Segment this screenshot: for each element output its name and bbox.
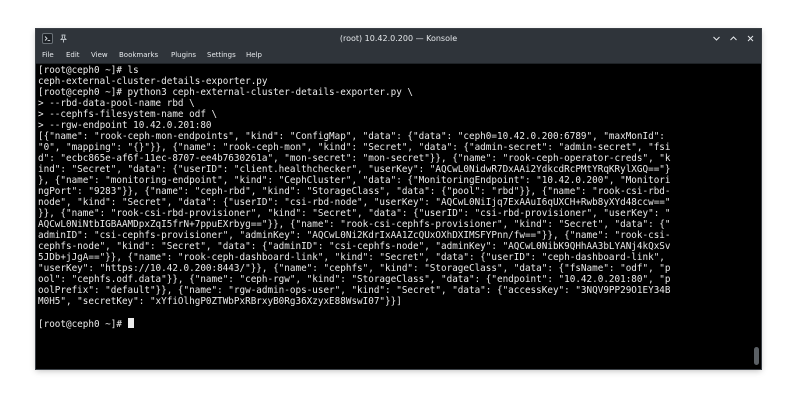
menu-view[interactable]: View	[91, 51, 108, 60]
terminal-line: 5JDb+jJgA=="}}, {"name": "rook-ceph-dash…	[38, 252, 665, 263]
terminal-line: AQCwL0NiNtbIGBAAMDpxZqI5frN+7ppuEXrbyg==…	[38, 219, 671, 230]
close-icon	[747, 35, 754, 42]
terminal-line: [{"name": "rook-ceph-mon-endpoints", "ki…	[38, 131, 665, 142]
terminal-prompt: [root@ceph0 ~]#	[38, 319, 128, 329]
terminal-line: ind": "Secret", "data": {"userID": "clie…	[38, 164, 671, 175]
terminal-line: "0", "mapping": "{}"}}, {"name": "rook-c…	[38, 142, 671, 153]
terminal-line: d": "ecbc865e-af6f-11ec-8707-ee4b7630261…	[38, 153, 671, 164]
terminal-line: }}, {"name": "rook-csi-rbd-provisioner",…	[38, 208, 671, 219]
terminal-line: "userKey": "https://10.42.0.200:8443/"}}…	[38, 263, 671, 274]
menu-help[interactable]: Help	[246, 51, 262, 60]
menu-plugins[interactable]: Plugins	[171, 51, 196, 60]
terminal-line: M0H5", "secretKey": "xYfiOlhgP0ZTWbPxRBr…	[38, 296, 402, 307]
terminal-line: ceph-external-cluster-details-exporter.p…	[38, 76, 268, 87]
terminal-line: [root@ceph0 ~]# ls	[38, 65, 139, 76]
terminal-line: oolPrefix": "default"}}, {"name": "rgw-a…	[38, 285, 671, 296]
terminal-output[interactable]: [root@ceph0 ~]# ls ceph-external-cluster…	[38, 65, 752, 367]
scrollbar-thumb[interactable]	[754, 347, 759, 365]
terminal-line: node", "kind": "Secret", "data": {"userI…	[38, 197, 671, 208]
title-bar[interactable]: (root) 10.42.0.200 — Konsole	[36, 29, 761, 48]
chevron-down-icon	[713, 36, 720, 41]
menu-bar: File Edit View Bookmarks Plugins Setting…	[36, 48, 761, 64]
terminal-line: adminID": "csi-cephfs-provisioner", "adm…	[38, 230, 671, 241]
desktop: (root) 10.42.0.200 — Konsole File Edit V…	[0, 0, 799, 412]
terminal-line: ool": "cephfs.odf.data"}}, {"name": "cep…	[38, 274, 671, 285]
terminal-line: > --rbd-data-pool-name rbd \	[38, 98, 195, 109]
terminal-line: [root@ceph0 ~]# python3 ceph-external-cl…	[38, 87, 414, 98]
menu-bookmarks[interactable]: Bookmarks	[119, 51, 158, 60]
terminal-line: > --rgw-endpoint 10.42.0.201:80	[38, 120, 212, 131]
terminal-line: }, {"name": "monitoring-endpoint", "kind…	[38, 175, 671, 186]
menu-edit[interactable]: Edit	[66, 51, 80, 60]
terminal-line: ngPort": "9283"}}, {"name": "ceph-rbd", …	[38, 186, 671, 197]
terminal-prompt-line: [root@ceph0 ~]#	[38, 318, 752, 329]
menu-settings[interactable]: Settings	[207, 51, 236, 60]
minimize-button[interactable]	[710, 32, 723, 45]
konsole-window: (root) 10.42.0.200 — Konsole File Edit V…	[36, 29, 761, 369]
maximize-button[interactable]	[727, 32, 740, 45]
text-cursor	[127, 318, 134, 328]
vertical-scrollbar[interactable]	[754, 67, 759, 365]
chevron-up-icon	[730, 36, 737, 41]
menu-file[interactable]: File	[42, 51, 54, 60]
window-title: (root) 10.42.0.200 — Konsole	[339, 34, 458, 43]
terminal-line: > --cephfs-filesystem-name odf \	[38, 109, 218, 120]
terminal-line: cephfs-node", "kind": "Secret", "data": …	[38, 241, 671, 252]
close-button[interactable]	[744, 32, 757, 45]
